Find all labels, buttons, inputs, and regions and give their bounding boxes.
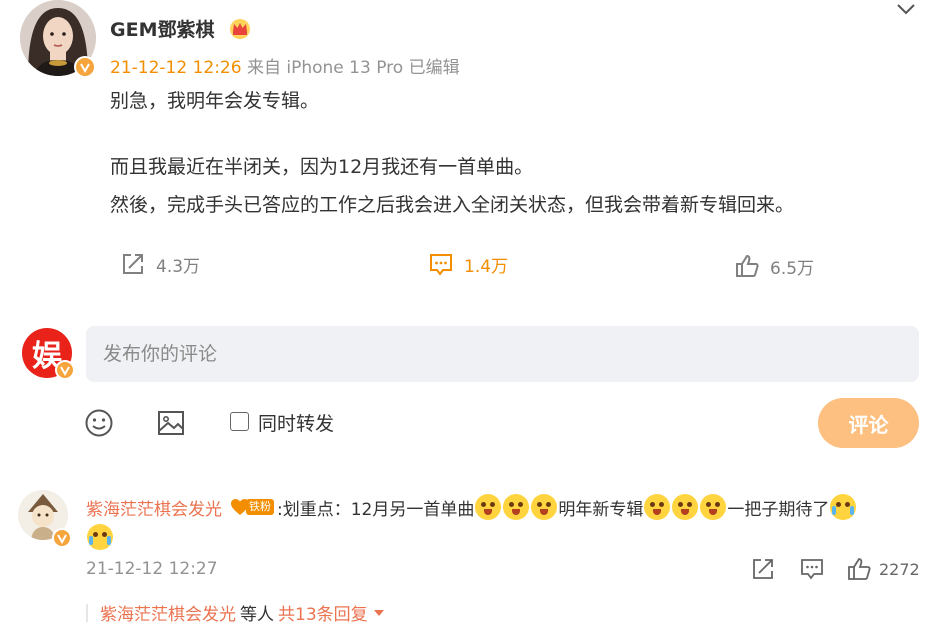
comment-button[interactable]: 1.4万 <box>428 251 508 277</box>
comment-line-2 <box>86 524 114 550</box>
verified-v-icon <box>55 360 75 380</box>
reply-username[interactable]: 紫海茫茫棋会发光 <box>100 600 236 625</box>
comment-username[interactable]: 紫海茫茫棋会发光 <box>86 495 222 520</box>
emoji-icon[interactable] <box>84 408 114 438</box>
image-icon[interactable] <box>156 408 186 438</box>
repost-label[interactable]: 同时转发 <box>258 409 334 436</box>
laugh-emoji-icon <box>672 494 699 520</box>
cry-emoji-icon <box>87 524 113 550</box>
reply-others: 等人 <box>240 605 274 625</box>
like-icon <box>736 254 759 277</box>
post-line-2: 而且我最近在半闭关，因为12月我还有一首单曲。 <box>110 156 534 178</box>
verified-v-icon <box>52 528 72 548</box>
cry-emoji-icon <box>830 494 857 520</box>
comment-like-count: 2272 <box>879 559 920 579</box>
fan-badge[interactable]: 铁粉 <box>230 498 274 516</box>
laugh-emoji-icon <box>531 494 558 520</box>
post-meta: 21-12-12 12:26 来自 iPhone 13 Pro 已编辑 <box>110 53 460 78</box>
replies-count-link[interactable]: 共13条回复 <box>278 600 368 625</box>
verified-v-icon <box>74 56 96 78</box>
comment-reply-button[interactable] <box>800 557 824 581</box>
post-time[interactable]: 21-12-12 12:26 <box>110 58 242 78</box>
post-source: 来自 iPhone 13 Pro <box>246 58 404 78</box>
comment-input[interactable]: 发布你的评论 <box>86 326 919 382</box>
fan-level: 铁粉 <box>246 499 274 515</box>
comment-icon <box>801 559 823 580</box>
comment-time: 21-12-12 12:27 <box>86 559 218 579</box>
crown-icon <box>228 17 252 39</box>
comment-text-suffix: 一把子期待了 <box>727 499 830 520</box>
repost-icon <box>123 254 143 274</box>
comment-line: 紫海茫茫棋会发光 铁粉 :划重点：12月另一首单曲 明年新专辑 一把子期待了 <box>86 494 857 520</box>
post-line-1: 别急，我明年会发专辑。 <box>110 90 320 112</box>
laugh-emoji-icon <box>475 494 502 520</box>
submit-comment-button[interactable]: 评论 <box>818 398 919 448</box>
like-count: 6.5万 <box>770 258 815 279</box>
post-edited[interactable]: 已编辑 <box>409 58 460 78</box>
laugh-emoji-icon <box>700 494 727 520</box>
repost-icon <box>753 559 773 579</box>
replies-summary: 紫海茫茫棋会发光 等人 共13条回复 <box>86 600 384 625</box>
chevron-down-icon[interactable] <box>894 0 918 20</box>
like-icon <box>848 558 871 580</box>
post-line-3: 然後，完成手头已答应的工作之后我会进入全闭关状态，但我会带着新专辑回来。 <box>110 194 795 216</box>
comment-text-prefix: :划重点：12月另一首单曲 <box>277 499 475 520</box>
comment-count: 1.4万 <box>464 256 509 277</box>
comment-text-middle: 明年新专辑 <box>558 499 644 520</box>
repost-count: 4.3万 <box>156 256 201 277</box>
laugh-emoji-icon <box>644 494 671 520</box>
repost-button[interactable]: 4.3万 <box>120 251 200 277</box>
repost-checkbox[interactable] <box>230 412 249 431</box>
like-button[interactable]: 6.5万 <box>734 253 814 279</box>
comment-like-button[interactable]: 2272 <box>847 557 920 581</box>
comment-repost-button[interactable] <box>751 557 775 581</box>
reply-divider <box>86 603 88 622</box>
comment-icon <box>430 254 452 276</box>
laugh-emoji-icon <box>503 494 530 520</box>
expand-triangle-icon[interactable] <box>373 609 384 616</box>
author-name[interactable]: GEM鄧紫棋 <box>110 15 214 42</box>
comment-input-placeholder: 发布你的评论 <box>103 343 218 365</box>
